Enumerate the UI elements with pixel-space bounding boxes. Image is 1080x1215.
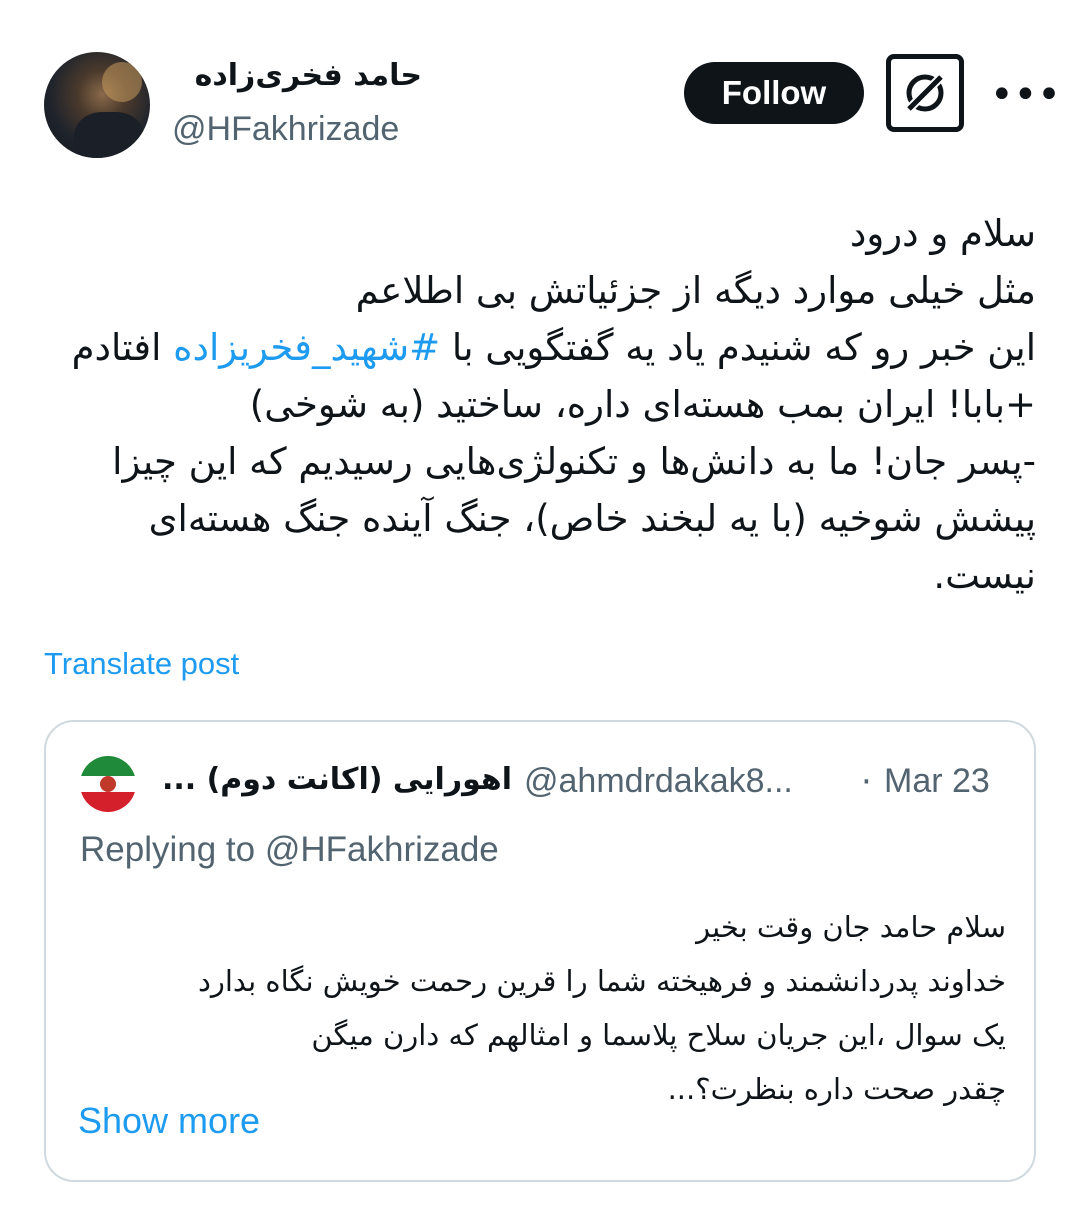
- author-avatar[interactable]: [44, 52, 150, 158]
- hashtag-link[interactable]: #شهید_فخریزاده: [173, 326, 440, 369]
- quoted-line: یک سوال ،این جریان سلاح پلاسما و امثالهم…: [311, 1018, 1006, 1052]
- post-line: -پسر جان! ما به دانش‌ها و تکنولژی‌هایی ر…: [112, 440, 1036, 483]
- quoted-post-card[interactable]: اهورایی (اکانت دوم) ... @ahmdrdakak8... …: [44, 720, 1036, 1182]
- replying-to: Replying to @HFakhrizade: [80, 830, 499, 869]
- post-line: سلام و درود: [849, 212, 1036, 255]
- follow-button[interactable]: Follow: [684, 62, 864, 124]
- avatar-figure: [74, 112, 144, 158]
- post-text: سلام و درود مثل خیلی موارد دیگه از جزئیا…: [40, 205, 1036, 604]
- post-line: +بابا! ایران بمب هسته‌ای داره، ساختید (ب…: [249, 383, 1036, 426]
- avatar-light: [102, 62, 142, 102]
- post-line: این خبر رو که شنیدم یاد یه گفتگویی با #ش…: [40, 319, 1036, 376]
- post-line: نیست.: [933, 554, 1036, 597]
- author-display-name[interactable]: حامد فخری‌زاده: [172, 58, 422, 93]
- post-line: پیشش شوخیه (با یه لبخند خاص)، جنگ آینده …: [148, 497, 1036, 540]
- post-line-text: افتادم: [71, 326, 174, 369]
- flag-emblem-icon: [100, 776, 116, 792]
- meta-separator: ·: [861, 762, 872, 802]
- post-line-text: این خبر رو که شنیدم یاد یه گفتگویی با: [440, 326, 1036, 369]
- quoted-author-avatar[interactable]: [80, 756, 136, 812]
- quoted-post-text: سلام حامد جان وقت بخیر خداوند پدردانشمند…: [80, 900, 1006, 1116]
- grok-button[interactable]: [886, 54, 964, 132]
- grok-icon: [903, 71, 947, 115]
- quoted-post-date[interactable]: Mar 23: [884, 762, 990, 801]
- more-icon[interactable]: •••: [990, 72, 1061, 118]
- quoted-author-display-name[interactable]: اهورایی (اکانت دوم) ...: [152, 762, 512, 797]
- author-handle[interactable]: @HFakhrizade: [172, 110, 399, 149]
- post-line: مثل خیلی موارد دیگه از جزئیاتش بی اطلاعم: [355, 269, 1036, 312]
- show-more-link[interactable]: Show more: [78, 1100, 260, 1142]
- quoted-line: سلام حامد جان وقت بخیر: [696, 910, 1006, 944]
- quoted-author-handle[interactable]: @ahmdrdakak8...: [524, 762, 793, 801]
- quoted-line: خداوند پدردانشمند و فرهیخته شما را قرین …: [197, 964, 1006, 998]
- translate-post-link[interactable]: Translate post: [44, 646, 239, 682]
